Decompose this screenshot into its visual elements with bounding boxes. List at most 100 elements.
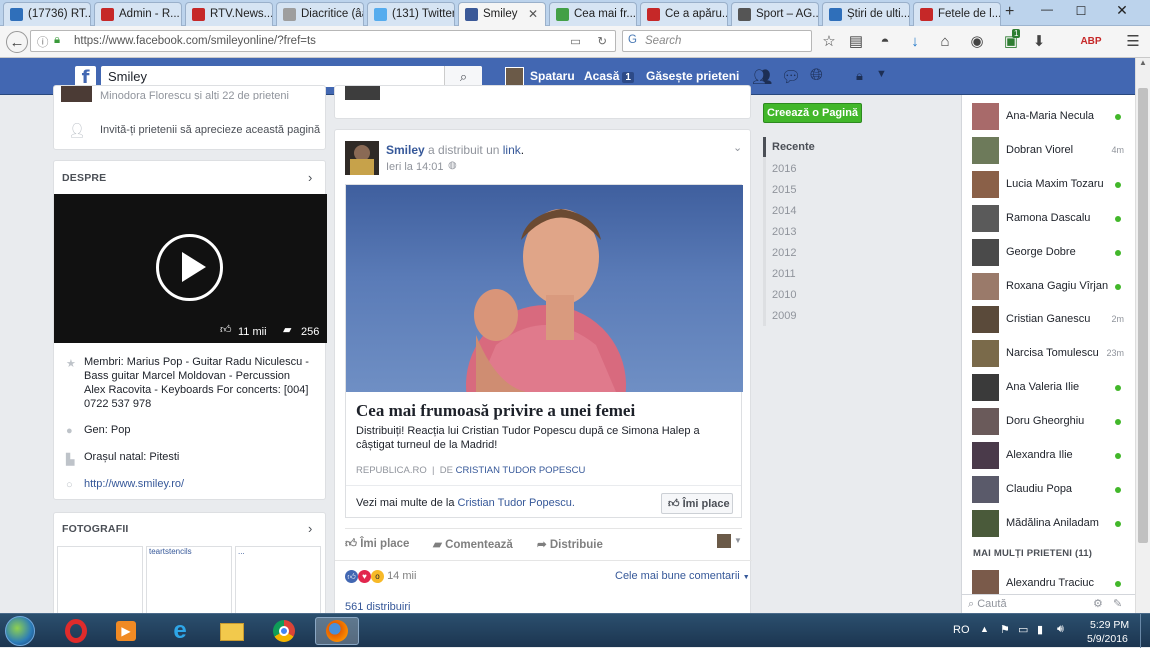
comment-sort-dropdown[interactable]: Cele mai bune comentarii ▼ [615,570,750,582]
invite-friends-link[interactable]: Invită-ți prietenii să aprecieze această… [100,124,320,136]
post-time[interactable]: Ieri la 14:01 [386,161,443,173]
find-friends-link[interactable]: Găsește prieteni [646,69,739,83]
photo-thumb[interactable]: teartstencils [146,546,232,618]
clock-time[interactable]: 5:29 PM [1090,619,1129,631]
timeline-year[interactable]: 2016 [772,163,796,175]
tray-network-icon[interactable]: ▮ [1037,623,1043,636]
browser-tab[interactable]: (131) Twitter [367,2,455,26]
tray-volume-icon[interactable]: 🔊︎ [1057,623,1064,636]
browser-tab[interactable]: Ce a apăru... [640,2,728,26]
minimize-button[interactable]: — [1032,2,1062,22]
like-action[interactable]: 👍︎ Îmi place [345,537,409,551]
tray-monitor-icon[interactable]: ▭ [1018,623,1028,636]
browser-tab[interactable]: RTV.News... [185,2,273,26]
new-tab-button[interactable]: + [1005,3,1014,21]
photos-arrow-icon[interactable]: › [308,521,312,536]
chat-settings-icon[interactable]: ⚙ [1093,597,1103,610]
post-link-word[interactable]: link [503,143,521,157]
timeline-year[interactable]: 2013 [772,226,796,238]
home-icon[interactable]: ⌂ [934,31,956,53]
scroll-up-icon[interactable]: ▲ [1136,58,1150,67]
chat-friend[interactable]: Mădălina Aniladam [972,509,1132,538]
timeline-year[interactable]: 2009 [772,310,796,322]
chrome-icon[interactable] [264,617,304,645]
link-preview-image[interactable] [346,185,743,392]
see-more-author-link[interactable]: Cristian Tudor Popescu. [458,497,575,509]
link-preview[interactable]: Cea mai frumoasă privire a unei femei Di… [345,184,743,518]
post-options-icon[interactable]: ⌄ [733,141,742,154]
like-page-button[interactable]: 👍︎ Îmi place [661,493,733,514]
opera-icon[interactable] [56,617,96,645]
reactions-bar[interactable]: 👍︎ ♥ o 14 mii [345,570,416,583]
internet-explorer-icon[interactable]: e [160,617,200,645]
arrow-down-icon[interactable]: ⬇ [1028,31,1050,53]
create-page-button[interactable]: Creează o Pagină [763,103,862,123]
about-arrow-icon[interactable]: › [308,170,312,185]
facebook-logo[interactable]: f [75,66,96,88]
browser-tab[interactable]: Smiley ✕ [458,2,546,27]
messages-icon[interactable]: 💬︎ [781,67,801,87]
browser-tab[interactable]: Admin - R... [94,2,182,26]
start-button[interactable] [5,616,35,646]
profile-link[interactable]: Spataru [530,69,575,83]
chat-friend[interactable]: Roxana Gagiu Vîrjan [972,272,1132,301]
video-player[interactable]: 👍︎ 11 mii ▰ 256 [54,194,327,343]
browser-tab[interactable]: Diacritice (âăîș... [276,2,364,26]
friend-requests-icon[interactable]: 👥︎ [752,67,772,87]
chat-icon[interactable]: ◉ [966,31,988,53]
comment-action[interactable]: ▰ Comentează [433,537,513,551]
post-author-avatar[interactable] [345,141,379,175]
timeline-year[interactable]: 2015 [772,184,796,196]
bookmark-star-icon[interactable]: ☆ [818,31,840,53]
info-icon[interactable]: ⓘ [37,34,49,50]
reader-icon[interactable]: ▭ [570,34,581,48]
chat-compose-icon[interactable]: ✎ [1113,597,1122,610]
chat-friend[interactable]: Ana-Maria Necula [972,103,1132,131]
clock-date[interactable]: 5/9/2016 [1087,633,1128,645]
timeline-recent[interactable]: Recente [772,141,815,153]
file-explorer-icon[interactable] [212,617,252,645]
download-icon[interactable]: ↓ [904,31,926,53]
home-link[interactable]: Acasă 1 [584,69,634,83]
link-source-author[interactable]: CRISTIAN TUDOR POPESCU [456,465,586,476]
facebook-search-input[interactable]: Smiley ⌕ [101,66,482,87]
maximize-button[interactable]: ☐ [1066,4,1096,22]
account-menu-icon[interactable]: ▼ [876,68,887,80]
play-button-icon[interactable] [156,234,223,301]
chat-friend[interactable]: Narcisa Tomulescu 23m [972,340,1132,368]
browser-tab[interactable]: Fetele de l... [913,2,1001,26]
pocket-icon[interactable]: ◓ [874,31,896,53]
website-link[interactable]: http://www.smiley.ro/ [84,478,184,490]
post-author-link[interactable]: Smiley [386,143,425,157]
close-window-button[interactable]: ✕ [1100,2,1144,22]
back-button[interactable]: ← [6,31,28,53]
menu-icon[interactable]: ☰ [1122,31,1144,53]
tray-arrow-icon[interactable]: ▲ [980,624,989,634]
share-action[interactable]: ➦ Distribuie [537,537,603,551]
search-icon[interactable]: ⌕ [444,66,482,87]
bookmarks-icon[interactable]: ▤ [845,31,867,53]
timeline-year[interactable]: 2012 [772,247,796,259]
media-player-icon[interactable]: ▶ [106,617,146,645]
chat-friend[interactable]: Doru Gheorghiu [972,408,1132,436]
privacy-icon[interactable]: 🔒︎ [856,68,863,84]
search-bar[interactable]: G Search [622,30,812,52]
reload-icon[interactable]: ↻ [597,34,607,48]
chat-friend[interactable]: Lucia Maxim Tozaru [972,170,1132,199]
browser-tab[interactable]: (17736) RT... [3,2,91,26]
close-tab-icon[interactable]: ✕ [528,7,538,21]
post-as-dropdown-icon[interactable]: ▼ [734,536,742,545]
browser-tab[interactable]: Cea mai fr... [549,2,637,26]
post-as-avatar[interactable] [717,534,731,548]
search-engine-icon[interactable]: G [628,34,637,46]
browser-tab[interactable]: Sport – AG... [731,2,819,26]
shares-count[interactable]: 561 distribuiri [345,601,410,613]
chat-friend[interactable]: Alexandra Ilie [972,442,1132,470]
tray-flag-icon[interactable]: ⚑ [1000,623,1010,636]
language-indicator[interactable]: RO [953,624,970,636]
page-scrollbar[interactable]: ▲ [1135,58,1150,613]
chat-friend[interactable]: Ana Valeria Ilie [972,374,1132,402]
photo-thumb[interactable] [57,546,143,618]
chat-search-input[interactable]: ⌕ Caută ⚙ ✎ [962,594,1135,613]
notifications-icon[interactable]: 🌐︎ [810,67,823,85]
